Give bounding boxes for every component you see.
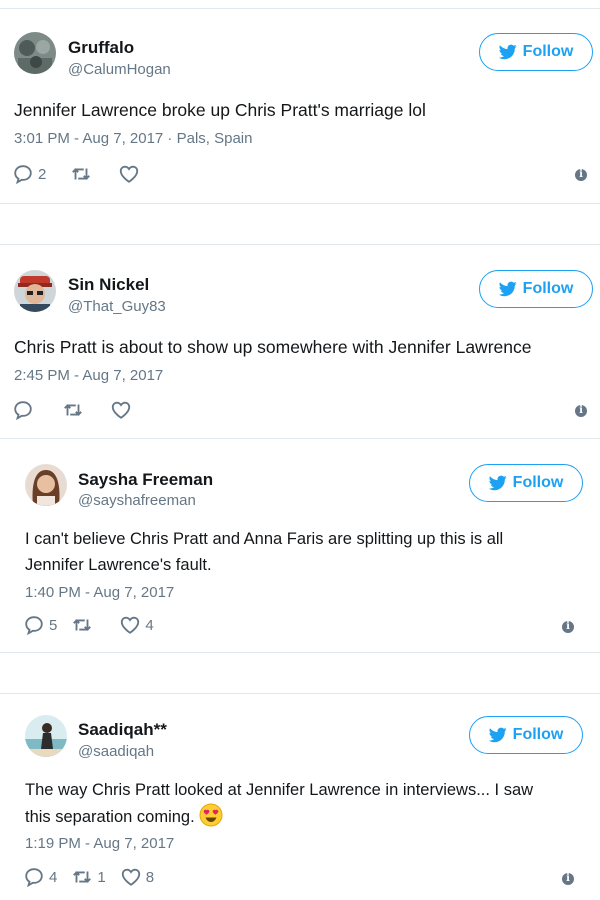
tweet-text-line: this separation coming. [25,808,195,826]
reply-button[interactable]: 2 [12,163,46,185]
user-handle[interactable]: @saadiqah [78,743,154,760]
tweet-timestamp[interactable]: 3:01 PM - Aug 7, 2017 · Pals, Spain [14,130,252,147]
tweet-text-line: I can't believe Chris Pratt and Anna Far… [25,530,504,548]
bird-icon [498,281,517,297]
tweet-timestamp[interactable]: 1:40 PM - Aug 7, 2017 [25,584,174,601]
heart-eyes-emoji-icon [199,803,223,827]
heart-icon [121,616,140,634]
retweet-button[interactable] [70,163,96,185]
follow-button[interactable]: Follow [469,464,583,502]
info-icon[interactable]: i [575,405,587,417]
retweet-button[interactable] [71,614,97,636]
reply-button[interactable]: 5 [23,614,57,636]
divider [0,693,600,694]
tweet-text-line: Jennifer Lawrence broke up Chris Pratt's… [14,100,426,120]
display-name[interactable]: Sin Nickel [68,275,149,295]
bird-icon [488,475,507,491]
display-name[interactable]: Saysha Freeman [78,470,213,490]
tweet-text: I can't believe Chris Pratt and Anna Far… [25,526,503,578]
heart-icon [121,868,140,886]
reply-icon [14,165,32,185]
tweet-text-line-with-emoji: this separation coming. [25,803,533,830]
tweet-text: Jennifer Lawrence broke up Chris Pratt's… [14,97,426,123]
reply-button[interactable]: 4 [23,866,57,888]
user-handle[interactable]: @sayshafreeman [78,492,196,509]
retweet-icon [73,871,92,883]
heart-icon [111,401,131,419]
info-icon[interactable]: i [562,621,574,633]
tweet-text-line: Chris Pratt is about to show up somewher… [14,337,532,357]
retweet-icon [73,619,92,631]
like-button[interactable] [118,163,144,185]
reply-button[interactable] [12,399,38,421]
divider [0,203,600,204]
tweet-timestamp[interactable]: 2:45 PM - Aug 7, 2017 [14,367,163,384]
reply-icon [25,868,43,888]
divider [0,244,600,245]
tweet-text-line: Jennifer Lawrence's fault. [25,556,212,574]
follow-label: Follow [522,280,574,297]
tweet-timestamp[interactable]: 1:19 PM - Aug 7, 2017 [25,835,174,852]
bird-icon [488,727,507,743]
like-count: 4 [145,616,154,634]
like-button[interactable]: 8 [120,866,154,888]
divider [0,652,600,653]
reply-icon [14,401,32,421]
tweet-actions [12,399,136,421]
like-button[interactable]: 4 [119,614,154,636]
tweet-actions: 5 4 [23,614,154,636]
reply-icon [25,616,43,636]
tweet-text: The way Chris Pratt looked at Jennifer L… [25,777,533,830]
avatar[interactable] [25,715,67,757]
retweet-button[interactable]: 1 [71,866,106,888]
follow-button[interactable]: Follow [469,716,583,754]
tweet-actions: 4 1 8 [23,866,154,888]
retweet-icon [64,404,82,416]
avatar[interactable] [14,32,56,74]
follow-button[interactable]: Follow [479,33,593,71]
retweet-count: 1 [97,868,106,886]
tweet-actions: 2 [12,163,144,185]
bird-icon [498,44,517,60]
reply-count: 5 [49,616,58,634]
retweet-icon [72,168,91,180]
follow-label: Follow [522,43,574,60]
tweet-text: Chris Pratt is about to show up somewher… [14,334,531,360]
display-name[interactable]: Gruffalo [68,38,134,58]
divider [0,438,600,439]
retweet-button[interactable] [62,399,88,421]
heart-icon [120,165,139,183]
tweet-text-line: The way Chris Pratt looked at Jennifer L… [25,781,534,799]
reply-count: 2 [38,165,47,183]
display-name[interactable]: Saadiqah** [78,720,167,740]
info-icon[interactable]: i [562,873,574,885]
follow-label: Follow [512,726,564,743]
follow-label: Follow [512,474,564,491]
avatar[interactable] [25,464,67,506]
like-count: 8 [145,868,155,886]
user-handle[interactable]: @CalumHogan [68,61,171,78]
like-button[interactable] [110,399,136,421]
user-handle[interactable]: @That_Guy83 [68,298,166,315]
avatar[interactable] [14,270,56,312]
follow-button[interactable]: Follow [479,270,593,308]
info-icon[interactable]: i [575,169,587,181]
divider [0,8,600,9]
reply-count: 4 [49,868,58,886]
